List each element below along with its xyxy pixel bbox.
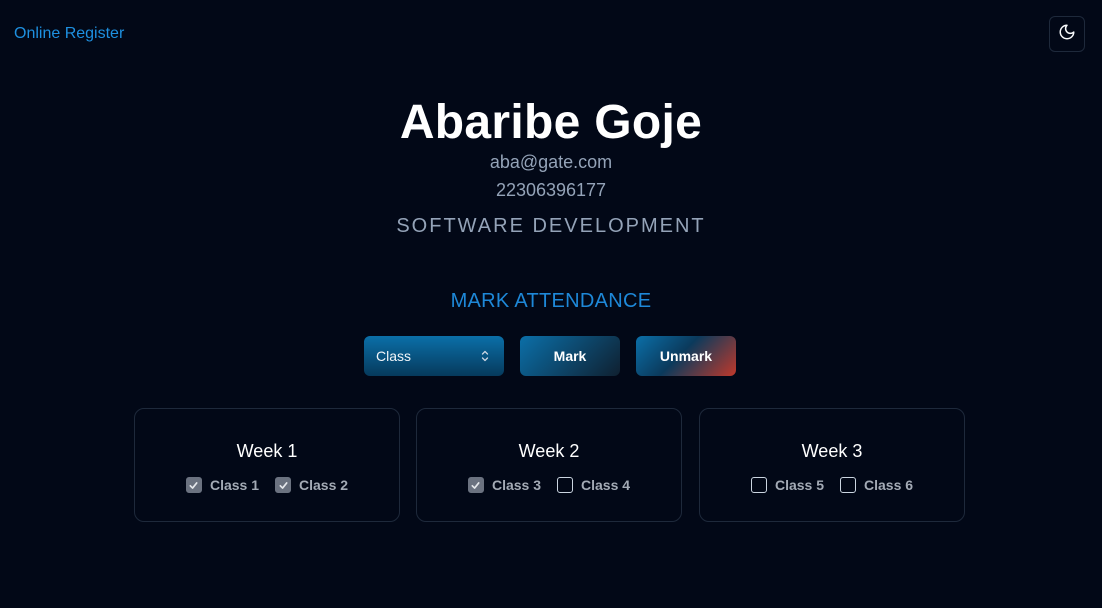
class-checkbox-label: Class 5 bbox=[774, 477, 824, 493]
profile-section: Abaribe Goje aba@gate.com 22306396177 SO… bbox=[0, 95, 1102, 238]
student-email: aba@gate.com bbox=[489, 152, 613, 172]
class-checkbox-item[interactable]: Class 4 bbox=[557, 477, 630, 493]
check-icon bbox=[189, 481, 198, 489]
class-checkbox-label: Class 3 bbox=[491, 477, 541, 493]
week-card: Week 3 Class 5 Class 6 bbox=[699, 408, 965, 522]
week-title: Week 3 bbox=[801, 441, 863, 461]
chevron-up-down-icon bbox=[481, 350, 489, 362]
checkbox-unchecked[interactable] bbox=[557, 477, 573, 493]
class-checkbox-row: Class 5 Class 6 bbox=[700, 477, 964, 493]
unmark-button[interactable]: Unmark bbox=[636, 336, 736, 376]
student-name: Abaribe Goje bbox=[399, 96, 703, 149]
check-icon bbox=[471, 481, 480, 489]
checkbox-unchecked[interactable] bbox=[750, 477, 767, 493]
brand-link[interactable]: Online Register bbox=[14, 25, 124, 43]
class-checkbox-row: Class 1 Class 2 bbox=[135, 477, 399, 493]
class-checkbox-row: Class 3 Class 4 bbox=[417, 477, 681, 493]
moon-icon bbox=[1058, 23, 1076, 46]
week-card: Week 1 Class 1 Class 2 bbox=[134, 408, 400, 522]
checkbox-checked[interactable] bbox=[185, 477, 202, 493]
class-checkbox-item[interactable]: Class 5 bbox=[750, 477, 824, 493]
class-checkbox-label: Class 1 bbox=[209, 477, 259, 493]
class-checkbox-item[interactable]: Class 2 bbox=[275, 477, 348, 493]
mark-button[interactable]: Mark bbox=[520, 336, 620, 376]
class-checkbox-item[interactable]: Class 1 bbox=[185, 477, 259, 493]
checkbox-checked[interactable] bbox=[275, 477, 291, 493]
week-title: Week 1 bbox=[236, 441, 298, 461]
student-department: SOFTWARE DEVELOPMENT bbox=[396, 215, 706, 237]
mark-attendance-title: MARK ATTENDANCE bbox=[450, 290, 652, 312]
theme-toggle-button[interactable] bbox=[1049, 16, 1085, 52]
class-checkbox-label: Class 2 bbox=[299, 477, 349, 493]
class-select[interactable]: Class bbox=[364, 336, 504, 376]
attendance-controls: Class Mark Unmark bbox=[0, 336, 1102, 376]
student-id: 22306396177 bbox=[495, 180, 607, 200]
class-checkbox-label: Class 6 bbox=[864, 477, 914, 493]
check-icon bbox=[278, 481, 288, 489]
checkbox-checked[interactable] bbox=[467, 477, 484, 493]
week-card: Week 2 Class 3 Class 4 bbox=[416, 408, 682, 522]
class-select-value: Class bbox=[376, 348, 412, 364]
class-checkbox-item[interactable]: Class 3 bbox=[467, 477, 541, 493]
checkbox-unchecked[interactable] bbox=[840, 477, 856, 493]
class-checkbox-label: Class 4 bbox=[581, 477, 631, 493]
week-title: Week 2 bbox=[518, 441, 580, 461]
class-checkbox-item[interactable]: Class 6 bbox=[840, 477, 913, 493]
